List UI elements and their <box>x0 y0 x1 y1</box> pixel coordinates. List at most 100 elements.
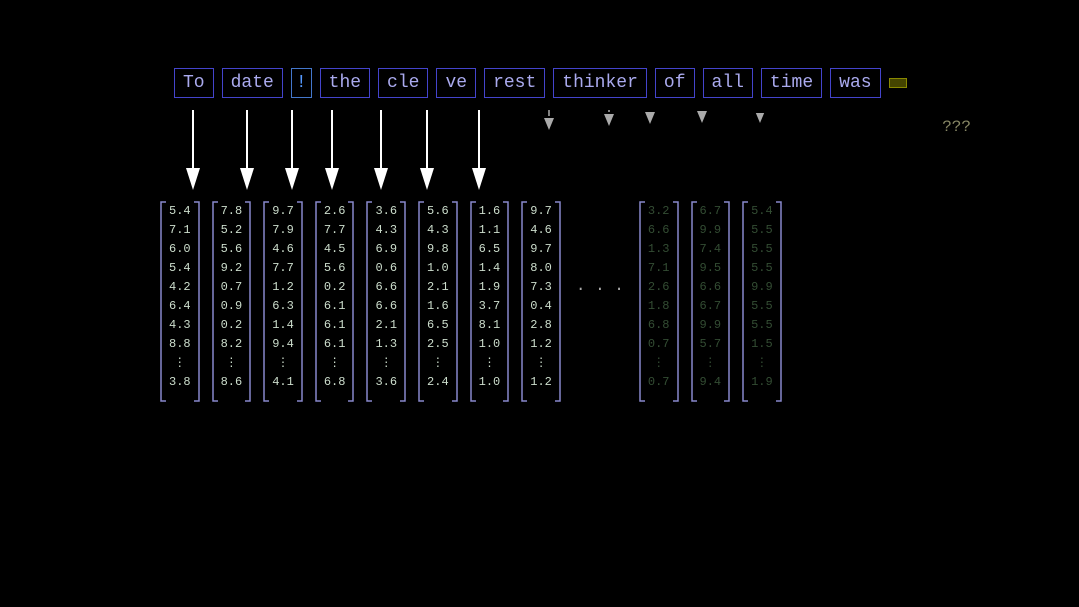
matrix-cell: 6.0 <box>169 240 191 259</box>
matrix-cell: 6.7 <box>700 202 722 221</box>
word-ve: ve <box>436 68 476 98</box>
matrix-cell: 0.4 <box>530 297 552 316</box>
word-row: Todate!thecleverestthinkerofalltimewas <box>170 68 911 98</box>
matrix-cell: 6.6 <box>375 297 397 316</box>
matrix-cell: 3.6 <box>375 373 397 392</box>
word-date: date <box>222 68 283 98</box>
matrix-cell: 2.1 <box>427 278 449 297</box>
arrow-svg-small-was <box>754 110 766 195</box>
arrow-svg-rest <box>470 110 488 195</box>
matrix-cell: 5.5 <box>751 316 773 335</box>
arrow-svg-small-thinker <box>543 110 555 195</box>
matrix-cell: 3.8 <box>169 373 191 392</box>
matrix-cell: 6.8 <box>324 373 346 392</box>
matrix-cell: 5.4 <box>169 259 191 278</box>
matrix-m1: 5.47.16.05.44.26.44.38.8⋮3.8 <box>159 200 201 403</box>
matrix-cell: 6.6 <box>375 278 397 297</box>
matrix-cell: 6.6 <box>700 278 722 297</box>
matrix-values-m1: 5.47.16.05.44.26.44.38.8⋮3.8 <box>167 200 193 403</box>
matrix-cell: ⋮ <box>432 354 444 373</box>
word-time: time <box>761 68 822 98</box>
matrix-cell: 6.3 <box>272 297 294 316</box>
arrow-of <box>590 110 628 195</box>
arrow-svg-small-time <box>696 110 708 195</box>
arrows-row <box>170 110 788 195</box>
matrix-cell: 1.9 <box>479 278 501 297</box>
matrix-m11: 5.45.55.55.59.95.55.51.5⋮1.9 <box>741 200 783 403</box>
word-answer <box>889 78 907 88</box>
matrix-cell: 7.9 <box>272 221 294 240</box>
matrices-row: 5.47.16.05.44.26.44.38.8⋮3.87.85.25.69.2… <box>155 200 787 403</box>
matrix-cell: 1.0 <box>479 373 501 392</box>
matrix-cell: 3.2 <box>648 202 670 221</box>
arrow-thinker <box>508 110 590 195</box>
word-all: all <box>703 68 753 98</box>
matrix-cell: ⋮ <box>704 354 716 373</box>
matrix-cell: 5.5 <box>751 259 773 278</box>
matrix-cell: 2.6 <box>324 202 346 221</box>
matrix-cell: 1.2 <box>530 335 552 354</box>
matrix-cell: 9.7 <box>530 240 552 259</box>
matrix-m3: 9.77.94.67.71.26.31.49.4⋮4.1 <box>262 200 304 403</box>
matrix-cell: 6.1 <box>324 335 346 354</box>
matrix-cell: 9.9 <box>700 221 722 240</box>
arrow-svg-date <box>238 110 256 195</box>
matrix-cell: 5.2 <box>221 221 243 240</box>
matrix-cell: 1.6 <box>479 202 501 221</box>
matrix-cell: 0.7 <box>221 278 243 297</box>
word-the: the <box>320 68 370 98</box>
matrix-m5: 3.64.36.90.66.66.62.11.3⋮3.6 <box>365 200 407 403</box>
matrix-cell: ⋮ <box>483 354 495 373</box>
matrix-m4: 2.67.74.55.60.26.16.16.1⋮6.8 <box>314 200 356 403</box>
word-cle: cle <box>378 68 428 98</box>
matrix-cell: 0.9 <box>221 297 243 316</box>
matrix-cell: 4.1 <box>272 373 294 392</box>
matrix-cell: 4.3 <box>375 221 397 240</box>
matrix-cell: ⋮ <box>756 354 768 373</box>
matrix-cell: 2.1 <box>375 316 397 335</box>
matrix-cell: 6.4 <box>169 297 191 316</box>
matrix-values-m5: 3.64.36.90.66.66.62.11.3⋮3.6 <box>373 200 399 403</box>
matrix-values-m8: 9.74.69.78.07.30.42.81.2⋮1.2 <box>528 200 554 403</box>
matrix-cell: 0.2 <box>324 278 346 297</box>
matrix-values-m11: 5.45.55.55.59.95.55.51.5⋮1.9 <box>749 200 775 403</box>
ellipsis-dots: · · · <box>576 200 624 298</box>
matrix-cell: ⋮ <box>277 354 289 373</box>
matrix-cell: ⋮ <box>380 354 392 373</box>
matrix-cell: 9.4 <box>272 335 294 354</box>
word-thinker: thinker <box>553 68 647 98</box>
matrix-cell: 1.3 <box>375 335 397 354</box>
matrix-cell: ⋮ <box>535 354 547 373</box>
matrix-cell: 6.1 <box>324 316 346 335</box>
matrix-cell: 6.5 <box>427 316 449 335</box>
matrix-cell: 0.2 <box>221 316 243 335</box>
matrix-values-m7: 1.61.16.51.41.93.78.11.0⋮1.0 <box>477 200 503 403</box>
matrix-values-m2: 7.85.25.69.20.70.90.28.2⋮8.6 <box>219 200 245 403</box>
matrix-cell: 1.6 <box>427 297 449 316</box>
matrix-cell: 5.5 <box>751 297 773 316</box>
arrow-time <box>672 110 732 195</box>
matrix-cell: 7.1 <box>169 221 191 240</box>
matrix-cell: 5.6 <box>427 202 449 221</box>
matrix-cell: 2.5 <box>427 335 449 354</box>
matrix-cell: 1.9 <box>751 373 773 392</box>
matrix-m7: 1.61.16.51.41.93.78.11.0⋮1.0 <box>469 200 511 403</box>
matrix-cell: 6.9 <box>375 240 397 259</box>
matrix-cell: 5.5 <box>751 221 773 240</box>
matrix-cell: 7.1 <box>648 259 670 278</box>
matrix-cell: 3.6 <box>375 202 397 221</box>
matrix-cell: 2.4 <box>427 373 449 392</box>
arrow-svg-exclaim <box>283 110 301 195</box>
word-to: To <box>174 68 214 98</box>
matrix-values-m9: 3.26.61.37.12.61.86.80.7⋮0.7 <box>646 200 672 403</box>
arrow-svg-small-all <box>644 110 656 195</box>
arrow-was <box>732 110 788 195</box>
matrix-cell: 6.8 <box>648 316 670 335</box>
matrix-cell: 7.3 <box>530 278 552 297</box>
matrix-cell: 9.7 <box>272 202 294 221</box>
arrow-svg-to <box>184 110 202 195</box>
matrix-cell: 3.7 <box>479 297 501 316</box>
matrix-cell: ⋮ <box>174 354 186 373</box>
matrix-cell: ⋮ <box>329 354 341 373</box>
arrow-cle <box>358 110 404 195</box>
